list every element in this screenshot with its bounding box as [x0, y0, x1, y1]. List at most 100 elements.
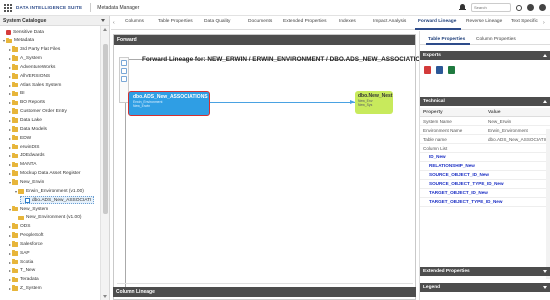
tab-left-arrow-icon[interactable]: ‹ — [113, 20, 118, 26]
expand-icon[interactable] — [543, 270, 547, 273]
tree-item-label: SAP — [20, 250, 30, 256]
folder-icon — [12, 64, 18, 70]
gear-icon[interactable] — [527, 4, 534, 11]
pdf-icon[interactable] — [424, 66, 431, 74]
tree-item[interactable]: ▸ Mockup Data Asset Register — [8, 170, 81, 178]
tree-item-label: AdventureWorks — [20, 64, 56, 70]
tree-item[interactable]: Sensitive Data — [2, 28, 44, 36]
tree-item[interactable]: ▸ JDEdwards — [8, 152, 45, 160]
scrollbar[interactable] — [546, 129, 550, 279]
tree-item[interactable]: New_Environment (v1.00) — [14, 214, 81, 222]
expand-icon[interactable] — [543, 286, 547, 289]
collapse-icon[interactable] — [543, 100, 547, 103]
tab-reverse-lineage[interactable]: Reverse Lineage — [466, 19, 502, 24]
tree-item[interactable]: ▸ T_New — [8, 267, 35, 275]
tree-item-label: Scotia — [20, 259, 34, 265]
tab-right-arrow-icon[interactable]: › — [543, 20, 548, 26]
scroll-up-icon[interactable] — [103, 28, 107, 31]
tree-item-label: Z_System — [20, 286, 42, 292]
technical-label: Technical — [423, 99, 445, 104]
column-link[interactable]: TARGET_OBJECT_TYPE_ID_New — [420, 198, 550, 207]
technical-header[interactable]: Technical — [420, 97, 550, 106]
tree-item[interactable]: ▸ Data Models — [8, 125, 47, 133]
tree-item[interactable]: ▸ Salesforce — [8, 240, 43, 248]
tab-table-properties[interactable]: Table Properties — [428, 37, 465, 42]
tree-item[interactable]: ▾ Metadata — [2, 37, 34, 45]
zoom-in-icon[interactable] — [121, 60, 127, 66]
tree-item[interactable]: ▸ SAP — [8, 249, 30, 257]
tree-item[interactable]: ▸ Z_System — [8, 285, 42, 293]
tab-text-specific[interactable]: Text Specific — [511, 19, 538, 24]
tree-item[interactable]: ▸ Atlas Sales System — [8, 81, 61, 89]
property-rows: System Name New_Erwin Environment Name Erwi… — [420, 117, 550, 153]
tree-item[interactable]: ▸ ODS — [8, 223, 30, 231]
column-link[interactable]: ID_New — [420, 153, 550, 162]
tree-item[interactable]: ▸ 3rd Party Flat Files — [8, 46, 60, 54]
folder-icon — [12, 285, 18, 291]
exports-header[interactable]: Exports — [420, 51, 550, 60]
bell-icon[interactable] — [459, 4, 466, 11]
source-node[interactable]: dbo.ADS_New_ASSOCIATIONS Erwin_Environme… — [128, 91, 210, 116]
search-input[interactable] — [471, 3, 511, 12]
tree-item-label: ODS — [20, 224, 31, 230]
tree-item[interactable]: ▸ EDW — [8, 134, 31, 142]
tree-item[interactable]: ▾ New_System — [8, 205, 48, 213]
column-lineage-bar[interactable]: Column Lineage — [113, 287, 416, 297]
folder-icon — [12, 170, 18, 176]
target-node[interactable]: dbo.New_Nest New_Env New_Sys — [355, 91, 393, 114]
tree-item[interactable]: ▸ erwinDIS — [8, 143, 39, 151]
tab-impact-analysis[interactable]: Impact Analysis — [373, 19, 406, 24]
tree-item-label: PeopleSoft — [20, 233, 44, 239]
column-link[interactable]: RELATIONSHIP_New — [420, 162, 550, 171]
tab-documents[interactable]: Documents — [248, 19, 272, 24]
property-column-header: Property — [423, 110, 443, 115]
tab-indexes[interactable]: Indexes — [339, 19, 356, 24]
tree-item-label: Data Models — [20, 126, 47, 132]
tab-column-properties[interactable]: Column Properties — [476, 37, 516, 42]
app-grid-icon[interactable] — [4, 3, 12, 12]
scroll-thumb[interactable] — [103, 44, 108, 214]
tree-item[interactable]: ▸ AdventureWorks — [8, 63, 55, 71]
tab-columns[interactable]: Columns — [125, 19, 144, 24]
folder-icon — [12, 276, 18, 283]
column-link[interactable]: TARGET_OBJECT_ID_New — [420, 189, 550, 198]
lineage-title: Forward Lineage for: NEW_ERWIN / ERWIN_E… — [142, 56, 430, 63]
word-icon[interactable] — [436, 66, 443, 74]
scrollbar[interactable] — [100, 26, 109, 300]
tree-item[interactable]: ▸ Customer Order Entry — [8, 108, 67, 116]
tree-item[interactable]: ▸ Data Lake — [8, 117, 42, 125]
tree-item[interactable]: ▸ Teradata — [8, 276, 39, 284]
excel-icon[interactable] — [448, 66, 455, 74]
tab-data-quality[interactable]: Data Quality — [204, 19, 230, 24]
column-link[interactable]: SOURCE_OBJECT_ID_New — [420, 171, 550, 180]
zoom-out-icon[interactable] — [121, 68, 127, 74]
search-icon[interactable] — [516, 4, 522, 11]
tree-item[interactable]: ▸ BI — [8, 90, 25, 98]
collapse-icon[interactable] — [543, 54, 547, 57]
extended-properties-header[interactable]: Extended Properties — [420, 267, 550, 276]
fit-icon[interactable] — [121, 76, 127, 82]
collapse-icon[interactable] — [101, 19, 105, 22]
tab-extended-properties[interactable]: Extended Properties — [283, 19, 326, 24]
properties-panel: Table Properties Column Properties Expor… — [419, 31, 550, 300]
tree-item-label: 3rd Party Flat Files — [20, 47, 61, 53]
tree-item[interactable]: ▾ New_Erwin — [8, 178, 44, 186]
tree-item-label: A_System — [20, 56, 42, 62]
tree-item[interactable]: ▾ Erwin_Environment (v1.00) — [14, 187, 84, 195]
legend-header[interactable]: Legend — [420, 283, 550, 292]
tab-table-properties[interactable]: Table Properties — [158, 19, 193, 24]
folder-icon — [12, 90, 18, 97]
tree-item[interactable]: ▸ Scotia — [8, 258, 33, 266]
system-catalogue-panel: System Catalogue Sensitive Data ▾ Metadata… — [0, 16, 110, 300]
scroll-down-icon[interactable] — [103, 295, 107, 298]
tree-item[interactable]: ▸ PeopleSoft — [8, 232, 43, 240]
folder-icon — [12, 232, 18, 238]
tree-item[interactable]: dbo.ADS_New_ASSOCIATI — [20, 196, 95, 205]
tab-forward-lineage[interactable]: Forward Lineage — [418, 19, 456, 24]
tree-item[interactable]: ▸ BO Reports — [8, 99, 45, 107]
user-icon[interactable] — [539, 4, 546, 11]
column-link[interactable]: SOURCE_OBJECT_TYPE_ID_New — [420, 180, 550, 189]
tree-item[interactable]: ▸ AllVERSIONS — [8, 72, 50, 80]
tree-item[interactable]: ▸ MANTA — [8, 161, 36, 169]
tree-item[interactable]: ▸ A_System — [8, 55, 42, 63]
